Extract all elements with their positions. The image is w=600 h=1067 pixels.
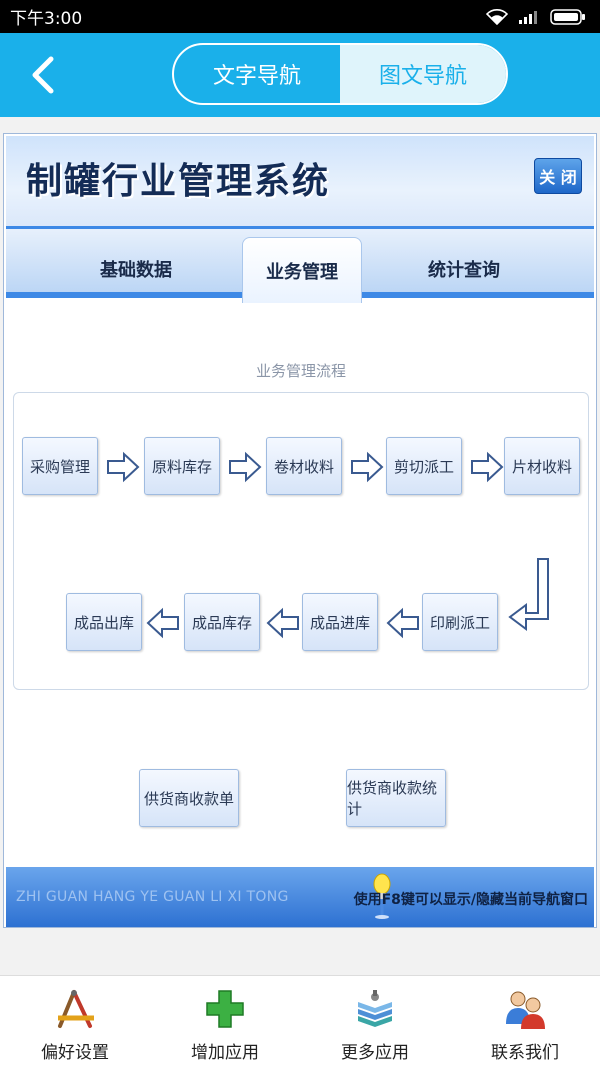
- status-time: 下午3:00: [10, 9, 83, 29]
- arrow-turn-down-left-icon: [508, 558, 549, 631]
- system-header: 制罐行业管理系统 关 闭: [6, 136, 594, 226]
- bottom-navigation: 偏好设置 增加应用 更多应用 联系我们: [0, 975, 600, 1067]
- arrow-left-icon: [386, 607, 419, 639]
- app-header: 文字导航 图文导航: [0, 33, 600, 117]
- supplier-payment-form-button[interactable]: 供货商收款单: [139, 769, 239, 827]
- tab-statistics-query[interactable]: 统计查询: [404, 241, 524, 297]
- nav-add-app[interactable]: 增加应用: [150, 976, 300, 1067]
- status-bar: 下午3:00: [0, 0, 600, 33]
- arrow-right-icon: [229, 451, 262, 483]
- nav-more-apps[interactable]: 更多应用: [300, 976, 450, 1067]
- arrow-left-icon: [266, 607, 299, 639]
- signal-icon: [518, 9, 540, 25]
- system-title: 制罐行业管理系统: [26, 161, 331, 202]
- navigation-mode-switch: 文字导航 图文导航: [172, 43, 508, 105]
- tab-graphic-navigation[interactable]: 图文导航: [340, 45, 506, 103]
- flow-diagram: 采购管理 原料库存 卷材收料 剪切派工 片材收料 印刷派工 成品进库 成品库存 …: [13, 392, 589, 690]
- nav-contact-us[interactable]: 联系我们: [450, 976, 600, 1067]
- step-raw-material-stock[interactable]: 原料库存: [144, 437, 220, 495]
- pencil-ruler-icon: [58, 990, 94, 1028]
- tab-text-navigation[interactable]: 文字导航: [174, 45, 340, 103]
- step-product-outbound[interactable]: 成品出库: [66, 593, 142, 651]
- nav-label: 更多应用: [341, 1043, 409, 1063]
- system-frame: 制罐行业管理系统 关 闭 基础数据 业务管理 统计查询 业务管理流程 采购管理 …: [3, 133, 597, 928]
- step-purchase-management[interactable]: 采购管理: [22, 437, 98, 495]
- tab-business-management[interactable]: 业务管理: [242, 237, 362, 303]
- arrow-left-icon: [146, 607, 179, 639]
- arrow-right-icon: [351, 451, 384, 483]
- footer-hint: 使用F8键可以显示/隐藏当前导航窗口: [353, 892, 588, 908]
- step-coil-receiving[interactable]: 卷材收料: [266, 437, 342, 495]
- status-icons: [486, 8, 586, 26]
- wifi-icon: [486, 8, 508, 25]
- arrow-right-icon: [471, 451, 504, 483]
- step-product-inbound[interactable]: 成品进库: [302, 593, 378, 651]
- system-tab-bar: 基础数据 业务管理 统计查询: [6, 226, 594, 303]
- chevron-left-icon: [32, 56, 54, 94]
- supplier-payment-stats-button[interactable]: 供货商收款统计: [346, 769, 446, 827]
- step-cutting-dispatch[interactable]: 剪切派工: [386, 437, 462, 495]
- nav-preferences[interactable]: 偏好设置: [0, 976, 150, 1067]
- back-button[interactable]: [22, 53, 62, 97]
- system-footer: ZHI GUAN HANG YE GUAN LI XI TONG 使用F8键可以…: [6, 867, 594, 927]
- green-plus-icon: [206, 990, 244, 1028]
- step-print-dispatch[interactable]: 印刷派工: [422, 593, 498, 651]
- close-button[interactable]: 关 闭: [534, 158, 582, 194]
- nav-label: 联系我们: [491, 1043, 559, 1063]
- step-product-stock[interactable]: 成品库存: [184, 593, 260, 651]
- footer-pinyin: ZHI GUAN HANG YE GUAN LI XI TONG: [16, 889, 289, 905]
- battery-icon: [550, 8, 586, 26]
- stacked-books-icon: [358, 990, 392, 1027]
- arrow-right-icon: [107, 451, 140, 483]
- flow-title: 业务管理流程: [255, 362, 346, 380]
- step-sheet-receiving[interactable]: 片材收料: [504, 437, 580, 495]
- nav-label: 增加应用: [191, 1043, 259, 1063]
- tab-basic-data[interactable]: 基础数据: [76, 241, 196, 297]
- nav-label: 偏好设置: [41, 1043, 109, 1063]
- people-icon: [506, 991, 545, 1029]
